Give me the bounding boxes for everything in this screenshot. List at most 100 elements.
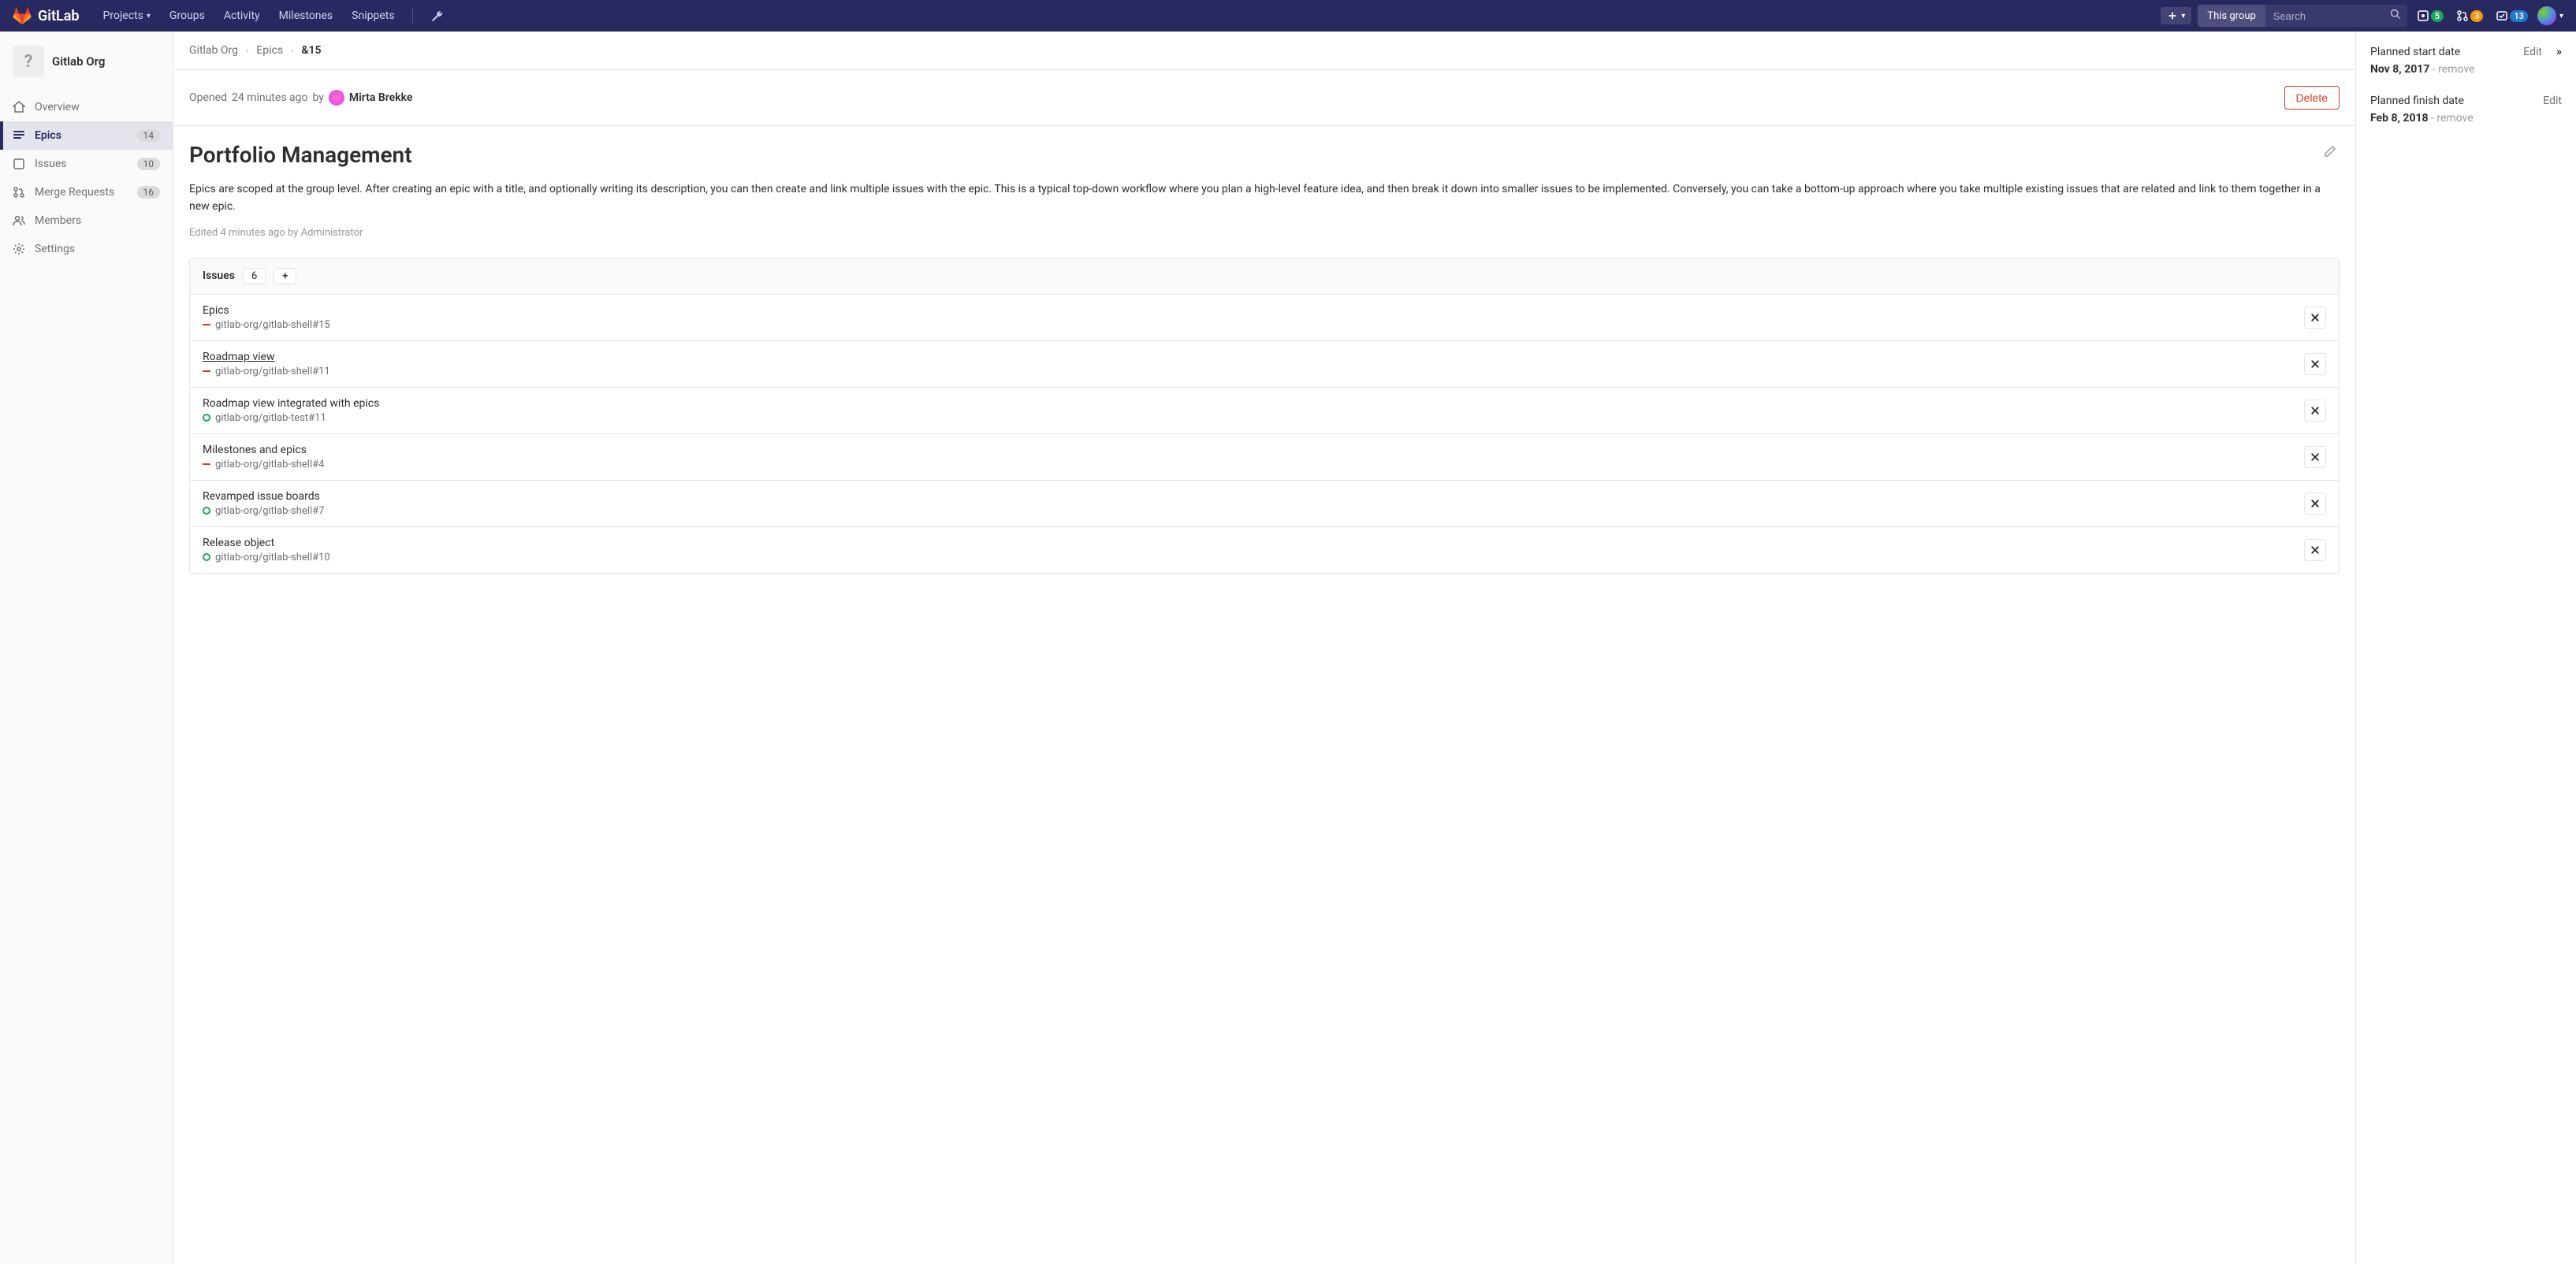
author-avatar[interactable] [329, 90, 344, 106]
issue-ref[interactable]: gitlab-org/gitlab-shell#4 [215, 459, 324, 470]
issue-title[interactable]: Milestones and epics [203, 444, 324, 456]
main-content: Gitlab Org › Epics › &15 Opened 24 minut… [173, 32, 2355, 1264]
issues-list: Epics gitlab-org/gitlab-shell#15 Roadmap v… [190, 295, 2339, 573]
edit-finish-date[interactable]: Edit [2543, 95, 2562, 107]
sidebar-item-label: Merge Requests [35, 186, 114, 199]
sidebar-badge: 16 [137, 186, 161, 199]
chevron-down-icon: ▾ [2181, 12, 2185, 20]
sidebar-item-overview[interactable]: Overview [0, 93, 173, 121]
sidebar-item-settings[interactable]: Settings [0, 235, 173, 263]
group-avatar: ? [13, 46, 44, 77]
edit-start-date[interactable]: Edit [2523, 46, 2542, 58]
issue-row: Release object gitlab-org/gitlab-shell#10 [190, 527, 2339, 573]
issue-title[interactable]: Revamped issue boards [203, 490, 324, 503]
author-name[interactable]: Mirta Brekke [349, 91, 412, 104]
add-issue-button[interactable]: + [274, 268, 296, 284]
right-sidebar: Planned start date Edit » Nov 8, 2017 - … [2355, 32, 2576, 1264]
issue-ref[interactable]: gitlab-org/gitlab-shell#10 [215, 552, 330, 563]
new-dropdown[interactable]: ▾ [2161, 7, 2191, 24]
nav-activity[interactable]: Activity [216, 0, 268, 32]
issue-title[interactable]: Release object [203, 537, 330, 549]
sidebar-item-issues[interactable]: Issues 10 [0, 150, 173, 178]
nav-milestones[interactable]: Milestones [271, 0, 341, 32]
remove-issue-button[interactable] [2304, 446, 2326, 468]
plus-icon [2167, 10, 2178, 21]
chevron-down-icon: ▾ [2559, 12, 2563, 20]
opened-prefix: Opened [189, 91, 227, 104]
issues-icon [2417, 9, 2429, 22]
nav-snippets[interactable]: Snippets [344, 0, 402, 32]
merge-request-icon [2456, 9, 2469, 22]
close-icon [2310, 313, 2320, 322]
todos-icon [2496, 9, 2508, 22]
breadcrumb-section[interactable]: Epics [256, 44, 283, 57]
epic-icon [13, 129, 25, 142]
start-date-section: Planned start date Edit » Nov 8, 2017 - … [2370, 46, 2562, 76]
navbar-right: ▾ This group 5 3 13 ▾ [2161, 5, 2563, 27]
user-menu[interactable]: ▾ [2537, 6, 2563, 25]
issue-row: Milestones and epics gitlab-org/gitlab-sh… [190, 434, 2339, 481]
status-closed-icon [203, 324, 210, 325]
status-open-icon [203, 553, 210, 561]
start-date-label: Planned start date [2370, 46, 2460, 58]
admin-wrench[interactable] [423, 0, 451, 32]
sidebar-group-header[interactable]: ? Gitlab Org [0, 38, 173, 93]
remove-finish-date[interactable]: - remove [2429, 112, 2474, 125]
remove-issue-button[interactable] [2304, 493, 2326, 515]
nav-projects-label: Projects [103, 9, 143, 22]
delete-button[interactable]: Delete [2284, 86, 2340, 110]
search-scope[interactable]: This group [2198, 5, 2265, 27]
sidebar-item-epics[interactable]: Epics 14 [0, 121, 173, 150]
nav-todos-count[interactable]: 13 [2492, 9, 2531, 22]
remove-issue-button[interactable] [2304, 307, 2326, 329]
issue-title[interactable]: Roadmap view integrated with epics [203, 397, 379, 410]
start-date-value: Nov 8, 2017 [2370, 63, 2429, 76]
sidebar-item-label: Issues [35, 158, 67, 170]
gear-icon [13, 243, 25, 255]
status-closed-icon [203, 370, 210, 372]
nav-divider [412, 9, 413, 23]
search-container: This group [2198, 5, 2407, 27]
edit-title-button[interactable] [2321, 142, 2340, 164]
chevron-right-icon: › [246, 46, 248, 56]
finish-date-section: Planned finish date Edit Feb 8, 2018 - r… [2370, 95, 2562, 125]
issue-title[interactable]: Roadmap view [203, 351, 330, 363]
breadcrumb-group[interactable]: Gitlab Org [189, 44, 238, 57]
sidebar-item-members[interactable]: Members [0, 206, 173, 235]
remove-issue-button[interactable] [2304, 353, 2326, 375]
nav-groups[interactable]: Groups [162, 0, 213, 32]
issues-panel: Issues 6 + Epicsgitlab-org/gitlab-shell#… [189, 258, 2340, 574]
nav-mrs-count[interactable]: 3 [2453, 9, 2486, 22]
top-navbar: GitLab Projects ▾ Groups Activity Milest… [0, 0, 2576, 32]
issue-row: Revamped issue boards gitlab-org/gitlab-s… [190, 481, 2339, 527]
issue-ref[interactable]: gitlab-org/gitlab-shell#15 [215, 319, 330, 331]
merge-request-icon [13, 186, 25, 199]
navbar-left: GitLab Projects ▾ Groups Activity Milest… [13, 0, 451, 32]
sidebar-item-merge-requests[interactable]: Merge Requests 16 [0, 178, 173, 206]
epic-header: Opened 24 minutes ago by Mirta Brekke De… [173, 70, 2355, 126]
sidebar-item-label: Settings [35, 243, 75, 255]
nav-todos-badge: 13 [2510, 10, 2528, 22]
collapse-sidebar-button[interactable]: » [2556, 46, 2562, 58]
issue-ref[interactable]: gitlab-org/gitlab-shell#7 [215, 505, 324, 517]
pencil-icon [2324, 145, 2336, 158]
issue-ref[interactable]: gitlab-org/gitlab-shell#11 [215, 366, 330, 377]
group-name: Gitlab Org [52, 54, 105, 69]
search-input[interactable] [2265, 5, 2407, 27]
breadcrumb-current: &15 [301, 44, 321, 57]
status-open-icon [203, 414, 210, 422]
issue-title[interactable]: Epics [203, 304, 330, 317]
search-icon [2390, 9, 2401, 23]
remove-issue-button[interactable] [2304, 400, 2326, 422]
issue-ref[interactable]: gitlab-org/gitlab-test#11 [215, 412, 326, 424]
nav-issues-count[interactable]: 5 [2414, 9, 2447, 22]
issues-title: Issues [203, 270, 235, 282]
close-icon [2310, 499, 2320, 508]
status-closed-icon [203, 463, 210, 465]
finish-date-label: Planned finish date [2370, 95, 2464, 107]
breadcrumb: Gitlab Org › Epics › &15 [173, 32, 2355, 70]
nav-projects[interactable]: Projects ▾ [95, 0, 158, 32]
remove-start-date[interactable]: - remove [2429, 63, 2474, 76]
gitlab-logo[interactable]: GitLab [13, 6, 80, 25]
remove-issue-button[interactable] [2304, 539, 2326, 561]
